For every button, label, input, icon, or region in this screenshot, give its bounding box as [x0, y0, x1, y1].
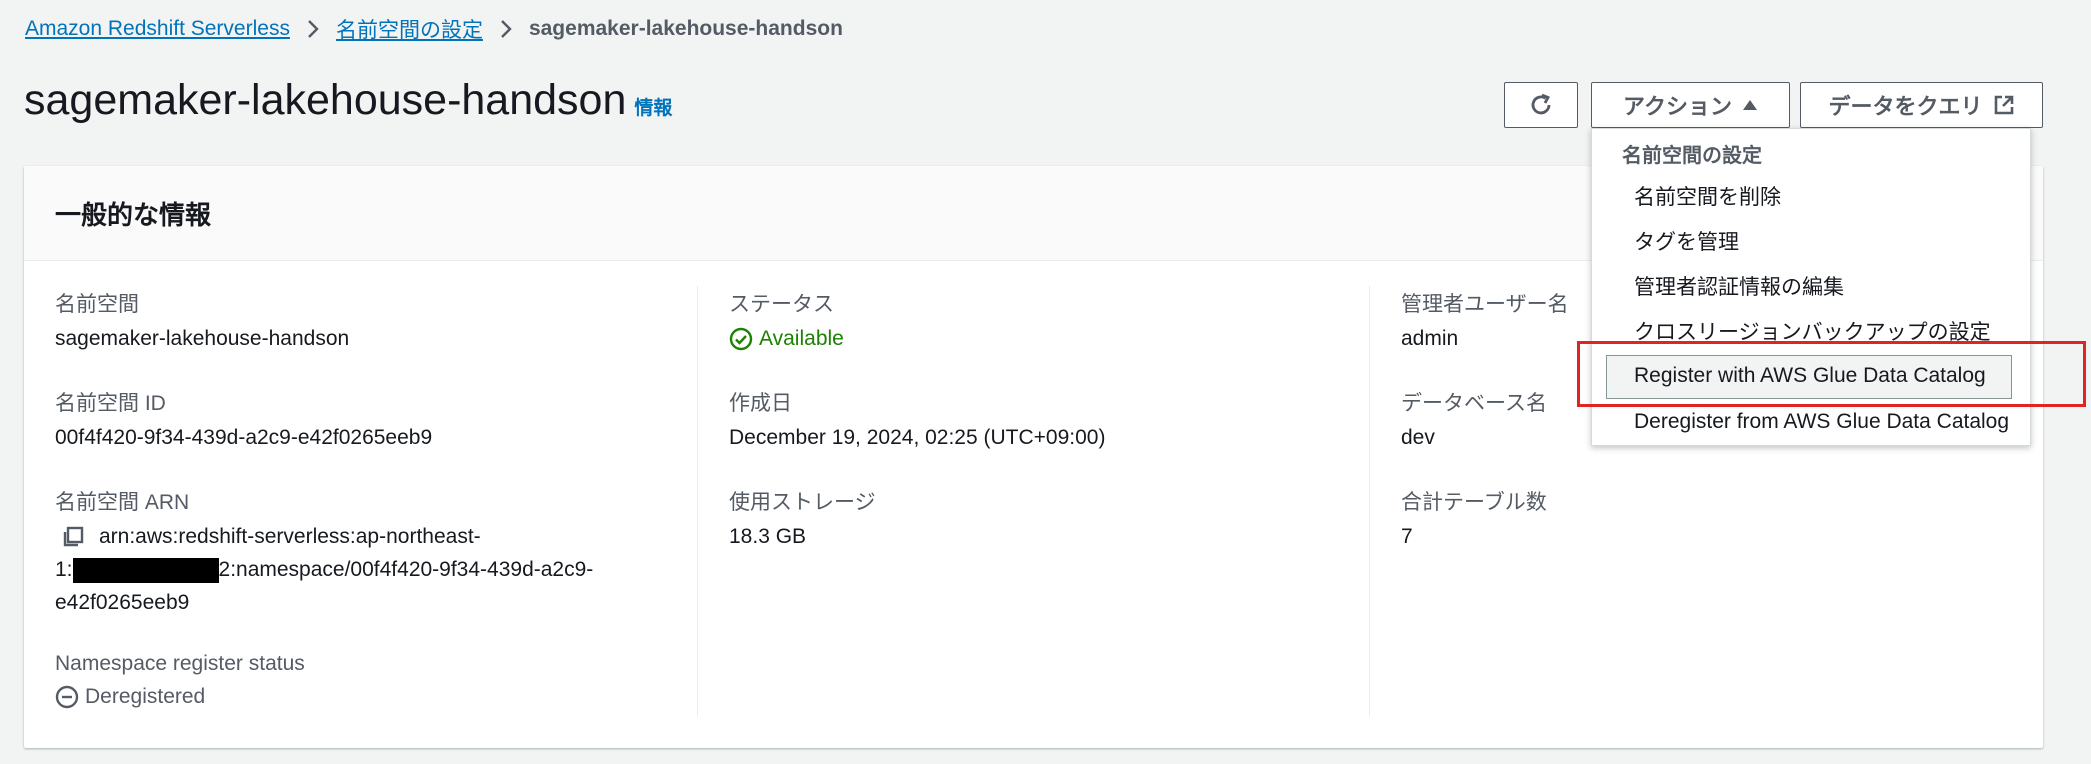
redacted-account-id	[72, 557, 219, 583]
namespace-id-value: 00f4f420-9f34-439d-a2c9-e42f0265eeb9	[55, 426, 433, 449]
database-name-label: データベース名	[1401, 392, 1547, 415]
admin-username-field: 管理者ユーザー名 admin	[1401, 288, 1569, 355]
namespace-id-label: 名前空間 ID	[55, 392, 166, 415]
created-date-field: 作成日 December 19, 2024, 02:25 (UTC+09:00)	[729, 387, 1105, 454]
namespace-label: 名前空間	[55, 293, 139, 316]
status-label: ステータス	[729, 293, 834, 316]
annotation-highlight-box	[1577, 341, 2086, 407]
info-link[interactable]: 情報	[634, 93, 672, 120]
minus-circle-icon	[55, 685, 79, 709]
external-link-icon	[1993, 94, 2015, 116]
register-status-label: Namespace register status	[55, 652, 305, 675]
page-title: sagemaker-lakehouse-handson 情報	[24, 76, 672, 125]
breadcrumb-current: sagemaker-lakehouse-handson	[528, 17, 843, 40]
menu-item-delete-namespace[interactable]: 名前空間を削除	[1634, 181, 1781, 211]
storage-used-label: 使用ストレージ	[729, 491, 876, 514]
page-title-text: sagemaker-lakehouse-handson	[24, 76, 627, 124]
check-circle-icon	[729, 327, 753, 351]
menu-item-deregister-glue-catalog[interactable]: Deregister from AWS Glue Data Catalog	[1634, 410, 2009, 434]
menu-item-manage-tags[interactable]: タグを管理	[1634, 226, 1739, 256]
namespace-value: sagemaker-lakehouse-handson	[55, 327, 350, 350]
namespace-arn-label: 名前空間 ARN	[55, 491, 190, 514]
arn-line-3: e42f0265eeb9	[55, 591, 190, 614]
namespace-id-field: 名前空間 ID 00f4f420-9f34-439d-a2c9-e42f0265…	[55, 387, 432, 454]
caret-up-icon	[1742, 98, 1758, 112]
actions-button-label: アクション	[1623, 94, 1732, 119]
total-tables-value: 7	[1401, 525, 1413, 548]
database-name-field: データベース名 dev	[1401, 387, 1547, 454]
breadcrumb-redshift-serverless[interactable]: Amazon Redshift Serverless	[25, 17, 290, 41]
created-date-label: 作成日	[729, 392, 792, 415]
arn-line-2-suffix: 2:namespace/00f4f420-9f34-439d-a2c9-	[218, 558, 594, 581]
refresh-icon	[1527, 91, 1555, 119]
status-text: Available	[759, 327, 844, 350]
storage-used-field: 使用ストレージ 18.3 GB	[729, 486, 876, 553]
chevron-right-icon	[306, 18, 320, 40]
admin-username-value: admin	[1401, 327, 1459, 350]
query-data-button[interactable]: データをクエリ	[1800, 82, 2043, 128]
total-tables-label: 合計テーブル数	[1401, 491, 1547, 514]
breadcrumb: Amazon Redshift Serverless 名前空間の設定 sagem…	[25, 14, 843, 44]
breadcrumb-namespace-settings[interactable]: 名前空間の設定	[336, 14, 483, 44]
arn-line-2-prefix: 1:	[55, 558, 73, 581]
storage-used-value: 18.3 GB	[729, 525, 807, 548]
database-name-value: dev	[1401, 426, 1435, 449]
refresh-button[interactable]	[1504, 82, 1578, 128]
copy-icon[interactable]	[61, 525, 85, 549]
admin-username-label: 管理者ユーザー名	[1401, 293, 1569, 316]
menu-group-namespace-settings: 名前空間の設定	[1622, 145, 1762, 167]
namespace-arn-field: 名前空間 ARN arn:aws:redshift-serverless:ap-…	[55, 486, 593, 619]
status-field: ステータス Available	[729, 288, 844, 355]
chevron-right-icon	[499, 18, 513, 40]
status-value: Available	[729, 322, 844, 355]
total-tables-field: 合計テーブル数 7	[1401, 486, 1547, 553]
namespace-field: 名前空間 sagemaker-lakehouse-handson	[55, 288, 349, 355]
register-status-value: Deregistered	[55, 680, 305, 713]
arn-line-1: arn:aws:redshift-serverless:ap-northeast…	[99, 525, 481, 548]
namespace-arn-value: arn:aws:redshift-serverless:ap-northeast…	[55, 520, 593, 619]
column-divider	[697, 286, 698, 716]
menu-item-edit-admin-credentials[interactable]: 管理者認証情報の編集	[1634, 271, 1844, 301]
actions-button[interactable]: アクション	[1591, 82, 1790, 128]
column-divider	[1369, 286, 1370, 716]
query-data-button-label: データをクエリ	[1828, 94, 1983, 119]
register-status-field: Namespace register status Deregistered	[55, 652, 305, 713]
register-status-text: Deregistered	[85, 685, 206, 708]
created-date-value: December 19, 2024, 02:25 (UTC+09:00)	[729, 426, 1106, 449]
